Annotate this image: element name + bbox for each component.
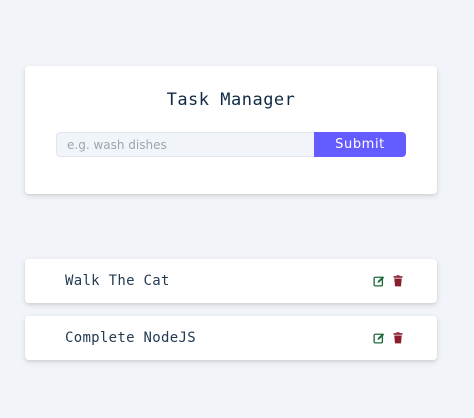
edit-icon[interactable]	[373, 332, 385, 344]
trash-icon[interactable]	[392, 275, 404, 287]
task-item: Walk The Cat	[25, 259, 437, 303]
task-form: Submit	[56, 132, 406, 157]
task-name: Complete NodeJS	[65, 330, 196, 346]
page-title: Task Manager	[166, 90, 296, 110]
trash-icon[interactable]	[392, 332, 404, 344]
submit-button[interactable]: Submit	[314, 132, 406, 157]
task-actions	[373, 332, 404, 344]
task-input[interactable]	[56, 132, 314, 157]
edit-icon[interactable]	[373, 275, 385, 287]
task-form-card: Task Manager Submit	[25, 66, 437, 194]
task-name: Walk The Cat	[65, 273, 170, 289]
task-actions	[373, 275, 404, 287]
task-item: Complete NodeJS	[25, 316, 437, 360]
